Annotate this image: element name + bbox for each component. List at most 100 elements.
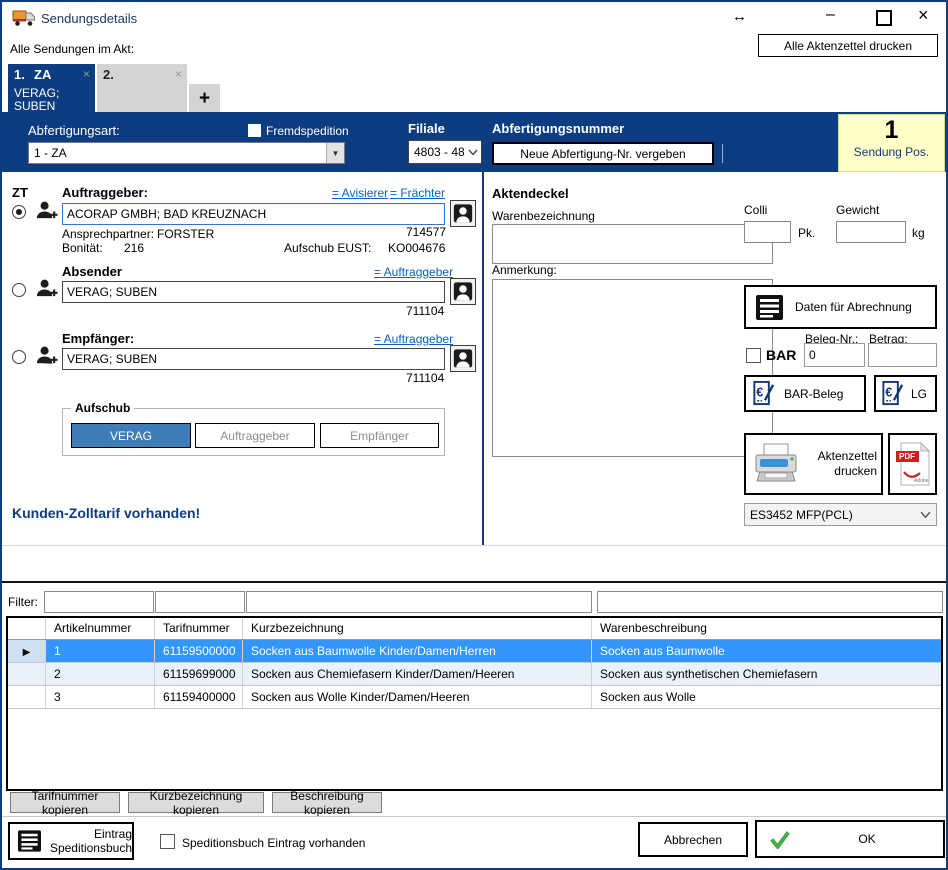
auftraggeber-label: Auftraggeber: <box>62 185 148 200</box>
bar-label: BAR <box>766 347 796 363</box>
position-count-box: 1 Sendung Pos. <box>838 114 945 172</box>
tab-close-icon[interactable]: × <box>83 67 90 81</box>
table-row[interactable]: 2 61159699000 Socken aus Chemiefasern Ki… <box>8 663 941 686</box>
beleg-nr-input[interactable] <box>804 343 865 367</box>
absender-input[interactable] <box>62 281 445 303</box>
pdf-icon: PDF Adobe <box>896 442 930 486</box>
empfaenger-radio[interactable] <box>12 350 26 364</box>
fremdspedition-checkbox[interactable] <box>248 124 261 137</box>
euro-receipt-icon: € <box>881 380 905 407</box>
column-header[interactable]: Artikelnummer <box>46 618 155 639</box>
person-icon <box>453 203 473 224</box>
add-person-icon[interactable] <box>35 199 58 222</box>
absender-auftraggeber-link[interactable]: = Auftraggeber <box>374 265 453 279</box>
aktenzettel-label: Aktenzettel drucken <box>808 449 881 479</box>
shipment-tab-1[interactable]: 1. ZA × VERAG; SUBEN <box>8 64 95 114</box>
filiale-select[interactable]: 4803 - 480 <box>408 140 482 164</box>
pdf-export-button[interactable]: PDF Adobe <box>888 433 937 495</box>
anmerkung-textarea[interactable] <box>492 279 773 457</box>
copy-tarifnummer-button[interactable]: Tarifnummer kopieren <box>10 792 120 813</box>
pdf-icon-sublabel: Adobe <box>914 478 928 484</box>
zt-column-label: ZT <box>12 185 28 200</box>
resize-window-button[interactable]: ↔ <box>732 8 747 25</box>
warenbezeichnung-label: Warenbezeichnung <box>492 209 595 223</box>
filter-kurzbezeichnung-input[interactable] <box>246 591 592 613</box>
cell-tarifnummer: 61159400000 <box>155 686 243 708</box>
aufschub-verag-button[interactable]: VERAG <box>71 423 191 448</box>
panel-divider <box>482 172 484 545</box>
colli-input[interactable] <box>744 221 791 243</box>
row-selector-cell[interactable] <box>8 663 46 685</box>
ok-button[interactable]: OK <box>755 820 945 858</box>
green-check-icon <box>769 830 791 849</box>
articles-table: Artikelnummer Tarifnummer Kurzbezeichnun… <box>6 616 943 791</box>
fremdspedition-label: Fremdspedition <box>266 124 349 138</box>
speditionsbuch-checkbox[interactable] <box>160 834 175 849</box>
minimize-button[interactable]: – <box>826 6 835 24</box>
auftraggeber-input[interactable] <box>62 203 445 225</box>
lg-label: LG <box>911 387 927 401</box>
divider <box>722 144 723 163</box>
table-row[interactable]: 3 61159400000 Socken aus Wolle Kinder/Da… <box>8 686 941 709</box>
copy-beschreibung-button[interactable]: Beschreibung kopieren <box>272 792 382 813</box>
add-shipment-tab-button[interactable]: + <box>189 84 220 114</box>
row-selector-cell[interactable]: ▶ <box>8 640 46 662</box>
filter-tarifnummer-input[interactable] <box>155 591 245 613</box>
filter-artikelnummer-input[interactable] <box>44 591 154 613</box>
absender-kundennummer: 711104 <box>406 304 444 318</box>
aufschub-eust-label: Aufschub EUST: <box>284 241 371 255</box>
abfertigungsart-select[interactable]: 1 - ZA ▼ <box>28 142 345 164</box>
colli-unit-label: Pk. <box>798 226 815 240</box>
column-header[interactable]: Kurzbezeichnung <box>243 618 592 639</box>
pdf-icon-label: PDF <box>896 451 919 462</box>
row-selector-cell[interactable] <box>8 686 46 708</box>
abfertigungsart-label: Abfertigungsart: <box>28 123 120 138</box>
warenbezeichnung-textarea[interactable] <box>492 224 773 264</box>
column-header[interactable]: Warenbeschreibung <box>592 618 941 639</box>
empfaenger-contact-button[interactable] <box>450 345 476 372</box>
shipment-tab-2[interactable]: 2. × <box>97 64 187 114</box>
absender-radio[interactable] <box>12 283 26 297</box>
tab-close-icon[interactable]: × <box>175 67 182 81</box>
print-all-aktenzettel-button[interactable]: Alle Aktenzettel drucken <box>758 34 938 57</box>
aufschub-group: Aufschub VERAG Auftraggeber Empfänger <box>62 408 445 456</box>
filiale-value: 4803 - 480 <box>414 145 465 159</box>
close-button[interactable]: × <box>918 5 929 26</box>
aufschub-auftraggeber-button[interactable]: Auftraggeber <box>195 423 315 448</box>
printer-icon <box>752 443 800 485</box>
aktenzettel-drucken-button[interactable]: Aktenzettel drucken <box>744 433 883 495</box>
speditionsbuch-eintrag-button[interactable]: Eintrag Speditionsbuch <box>8 822 134 860</box>
bar-checkbox[interactable] <box>746 348 761 363</box>
column-header[interactable]: Tarifnummer <box>155 618 243 639</box>
cell-tarifnummer: 61159699000 <box>155 663 243 685</box>
bonitaet-label: Bonität: <box>62 241 103 255</box>
add-person-icon[interactable] <box>35 344 58 367</box>
maximize-button[interactable] <box>876 10 892 26</box>
copy-kurzbezeichnung-button[interactable]: Kurzbezeichnung kopieren <box>128 792 264 813</box>
filter-warenbeschreibung-input[interactable] <box>597 591 943 613</box>
printer-select[interactable]: ES3452 MFP(PCL) <box>744 503 937 526</box>
bar-beleg-button[interactable]: € BAR-Beleg <box>744 375 866 412</box>
daten-abrechnung-button[interactable]: Daten für Abrechnung <box>744 285 937 329</box>
avisierer-link[interactable]: = Avisierer <box>332 186 388 200</box>
fraechter-link[interactable]: = Frächter <box>390 186 445 200</box>
add-person-icon[interactable] <box>35 277 58 300</box>
list-icon <box>756 295 783 320</box>
absender-contact-button[interactable] <box>450 278 476 305</box>
abfertigungsart-value: 1 - ZA <box>34 146 326 160</box>
empfaenger-input[interactable] <box>62 348 445 370</box>
auftraggeber-radio[interactable] <box>12 205 26 219</box>
list-icon <box>18 830 41 852</box>
table-row[interactable]: ▶ 1 61159500000 Socken aus Baumwolle Kin… <box>8 640 941 663</box>
aktenzettel-line2: drucken <box>834 464 877 478</box>
new-abfertigungsnummer-button[interactable]: Neue Abfertigung-Nr. vergeben <box>492 142 714 165</box>
gewicht-input[interactable] <box>836 221 906 243</box>
empfaenger-auftraggeber-link[interactable]: = Auftraggeber <box>374 332 453 346</box>
lg-button[interactable]: € LG <box>874 375 937 412</box>
aufschub-empfaenger-button[interactable]: Empfänger <box>320 423 439 448</box>
aktenzettel-line1: Aktenzettel <box>818 449 877 463</box>
auftraggeber-contact-button[interactable] <box>450 200 476 227</box>
chevron-down-icon <box>468 149 478 156</box>
betrag-input[interactable] <box>868 343 937 367</box>
cancel-button[interactable]: Abbrechen <box>638 822 748 857</box>
